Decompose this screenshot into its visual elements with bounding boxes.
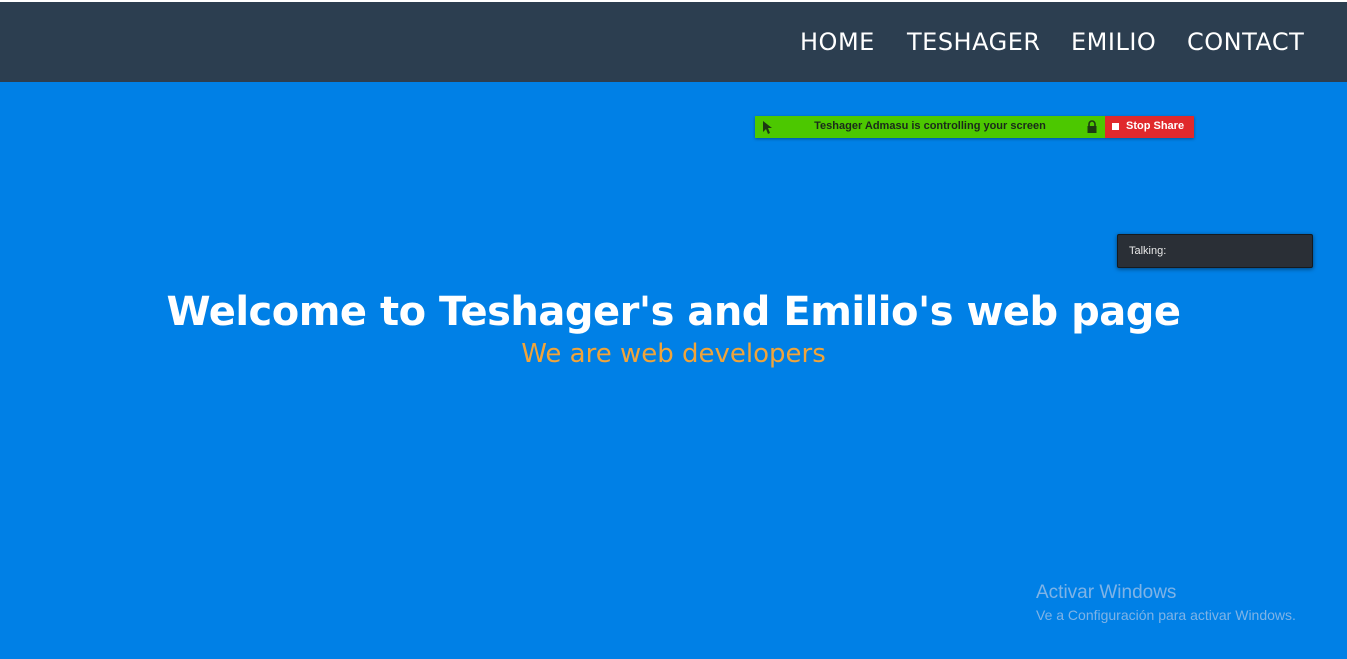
nav-link-emilio[interactable]: EMILIO: [1071, 28, 1156, 56]
talking-label: Talking:: [1129, 245, 1167, 257]
windows-activation-title: Activar Windows: [1036, 582, 1177, 603]
remote-control-status-text: Teshager Admasu is controlling your scre…: [814, 120, 1046, 132]
talking-panel: Talking:: [1117, 234, 1313, 268]
nav-link-teshager[interactable]: TESHAGER: [907, 28, 1041, 56]
nav-link-home[interactable]: HOME: [800, 28, 875, 56]
stop-share-label: Stop Share: [1126, 120, 1185, 132]
nav-link-contact[interactable]: CONTACT: [1187, 28, 1304, 56]
stop-square-icon: [1112, 123, 1119, 130]
hero-title: Welcome to Teshager's and Emilio's web p…: [166, 289, 1182, 335]
remote-control-banner: Teshager Admasu is controlling your scre…: [755, 116, 1194, 138]
remote-control-status: Teshager Admasu is controlling your scre…: [755, 116, 1105, 138]
hero-subtitle: We are web developers: [521, 339, 826, 369]
stop-share-button[interactable]: Stop Share: [1105, 116, 1194, 138]
hero-section: [0, 82, 1347, 659]
navbar: HOME TESHAGER EMILIO CONTACT: [0, 2, 1347, 82]
lock-icon: [1087, 120, 1097, 133]
windows-activation-message: Ve a Configuración para activar Windows.: [1036, 607, 1296, 623]
